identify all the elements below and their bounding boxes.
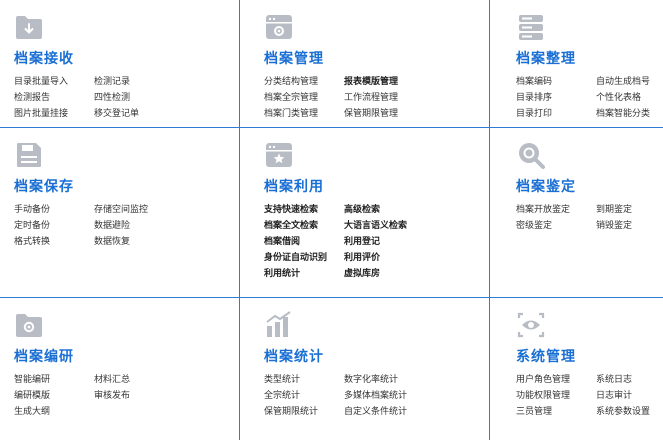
feature-link[interactable]: 数据恢复 bbox=[94, 233, 239, 249]
module-items: 档案编码 自动生成档号 目录排序 个性化表格 目录打印 档案智能分类 bbox=[516, 73, 663, 121]
module-card-statistics[interactable]: 档案统计 类型统计 数字化率统计 全宗统计 多媒体档案统计 保管期限统计 自定义… bbox=[240, 298, 490, 440]
feature-link[interactable]: 智能编研 bbox=[14, 371, 94, 387]
module-title: 档案统计 bbox=[264, 348, 324, 364]
feature-link[interactable]: 档案全文检索 bbox=[264, 217, 344, 233]
feature-link[interactable]: 虚拟库房 bbox=[344, 265, 489, 281]
feature-link[interactable]: 报表模版管理 bbox=[344, 73, 489, 89]
module-card-compile[interactable]: 档案编研 智能编研 材料汇总 编研模版 审核发布 生成大纲 bbox=[0, 298, 240, 440]
feature-link[interactable]: 目录打印 bbox=[516, 105, 596, 121]
feature-link[interactable]: 检测记录 bbox=[94, 73, 239, 89]
module-items: 目录批量导入 检测记录 检测报告 四性检测 图片批量挂接 移交登记单 bbox=[14, 73, 239, 121]
feature-link[interactable]: 三员管理 bbox=[516, 403, 596, 419]
feature-link[interactable]: 用户角色管理 bbox=[516, 371, 596, 387]
feature-link[interactable]: 密级鉴定 bbox=[516, 217, 596, 233]
feature-link[interactable]: 个性化表格 bbox=[596, 89, 663, 105]
module-card-receive[interactable]: 档案接收 目录批量导入 检测记录 检测报告 四性检测 图片批量挂接 移交登记单 bbox=[0, 0, 240, 128]
module-title: 系统管理 bbox=[516, 348, 576, 364]
feature-link[interactable]: 档案编码 bbox=[516, 73, 596, 89]
module-card-system[interactable]: 系统管理 用户角色管理 系统日志 功能权限管理 日志审计 三员管理 系统参数设置 bbox=[490, 298, 663, 440]
feature-link[interactable]: 目录排序 bbox=[516, 89, 596, 105]
feature-link[interactable]: 大语言语义检索 bbox=[344, 217, 489, 233]
search-magnifier-icon bbox=[519, 143, 545, 169]
feature-link[interactable]: 档案开放鉴定 bbox=[516, 201, 596, 217]
feature-link[interactable]: 保管期限统计 bbox=[264, 403, 344, 419]
floppy-disk-icon bbox=[17, 143, 41, 167]
feature-link[interactable]: 自动生成档号 bbox=[596, 73, 663, 89]
folder-gear-icon bbox=[16, 314, 42, 337]
feature-link[interactable]: 系统日志 bbox=[596, 371, 663, 387]
feature-link[interactable]: 分类结构管理 bbox=[264, 73, 344, 89]
module-items: 手动备份 存储空间监控 定时备份 数据避险 格式转换 数据恢复 bbox=[14, 201, 239, 249]
feature-link[interactable]: 档案全宗管理 bbox=[264, 89, 344, 105]
feature-link[interactable]: 全宗统计 bbox=[264, 387, 344, 403]
module-title: 档案接收 bbox=[14, 50, 74, 66]
feature-link[interactable]: 检测报告 bbox=[14, 89, 94, 105]
feature-link[interactable]: 数字化率统计 bbox=[344, 371, 489, 387]
feature-link[interactable]: 档案智能分类 bbox=[596, 105, 663, 121]
module-items: 支持快速检索 高级检索 档案全文检索 大语言语义检索 档案借阅 利用登记 身份证… bbox=[264, 201, 489, 281]
feature-link[interactable]: 四性检测 bbox=[94, 89, 239, 105]
feature-link[interactable]: 目录批量导入 bbox=[14, 73, 94, 89]
module-grid: 档案接收 目录批量导入 检测记录 检测报告 四性检测 图片批量挂接 移交登记单 … bbox=[0, 0, 663, 440]
module-title: 档案编研 bbox=[14, 348, 74, 364]
feature-link[interactable]: 生成大纲 bbox=[14, 403, 94, 419]
module-card-preserve[interactable]: 档案保存 手动备份 存储空间监控 定时备份 数据避险 格式转换 数据恢复 bbox=[0, 128, 240, 298]
feature-link[interactable]: 工作流程管理 bbox=[344, 89, 489, 105]
feature-link[interactable]: 日志审计 bbox=[596, 387, 663, 403]
feature-link[interactable]: 档案门类管理 bbox=[264, 105, 344, 121]
module-title: 档案管理 bbox=[264, 50, 324, 66]
module-title: 档案整理 bbox=[516, 50, 576, 66]
module-items: 智能编研 材料汇总 编研模版 审核发布 生成大纲 bbox=[14, 371, 239, 419]
module-title: 档案利用 bbox=[264, 178, 324, 194]
window-star-icon bbox=[266, 143, 292, 167]
feature-link[interactable]: 利用统计 bbox=[264, 265, 344, 281]
module-items: 档案开放鉴定 到期鉴定 密级鉴定 销毁鉴定 bbox=[516, 201, 663, 233]
feature-link[interactable]: 到期鉴定 bbox=[596, 201, 663, 217]
feature-link[interactable]: 图片批量挂接 bbox=[14, 105, 94, 121]
feature-link[interactable]: 系统参数设置 bbox=[596, 403, 663, 419]
feature-link[interactable]: 销毁鉴定 bbox=[596, 217, 663, 233]
module-card-manage[interactable]: 档案管理 分类结构管理 报表模版管理 档案全宗管理 工作流程管理 档案门类管理 … bbox=[240, 0, 490, 128]
folder-download-icon bbox=[16, 16, 42, 39]
feature-link[interactable]: 功能权限管理 bbox=[516, 387, 596, 403]
feature-link[interactable]: 存储空间监控 bbox=[94, 201, 239, 217]
module-items: 用户角色管理 系统日志 功能权限管理 日志审计 三员管理 系统参数设置 bbox=[516, 371, 663, 419]
feature-link[interactable]: 多媒体档案统计 bbox=[344, 387, 489, 403]
feature-link[interactable]: 利用评价 bbox=[344, 249, 489, 265]
feature-link[interactable]: 移交登记单 bbox=[94, 105, 239, 121]
module-items: 分类结构管理 报表模版管理 档案全宗管理 工作流程管理 档案门类管理 保管期限管… bbox=[264, 73, 489, 121]
feature-link[interactable]: 定时备份 bbox=[14, 217, 94, 233]
feature-link[interactable]: 档案借阅 bbox=[264, 233, 344, 249]
module-card-organize[interactable]: 档案整理 档案编码 自动生成档号 目录排序 个性化表格 目录打印 档案智能分类 bbox=[490, 0, 663, 128]
module-card-appraise[interactable]: 档案鉴定 档案开放鉴定 到期鉴定 密级鉴定 销毁鉴定 bbox=[490, 128, 663, 298]
module-items: 类型统计 数字化率统计 全宗统计 多媒体档案统计 保管期限统计 自定义条件统计 bbox=[264, 371, 489, 419]
feature-link[interactable]: 类型统计 bbox=[264, 371, 344, 387]
module-card-utilize[interactable]: 档案利用 支持快速检索 高级检索 档案全文检索 大语言语义检索 档案借阅 利用登… bbox=[240, 128, 490, 298]
feature-link[interactable]: 编研模版 bbox=[14, 387, 94, 403]
feature-link[interactable]: 利用登记 bbox=[344, 233, 489, 249]
eye-frame-icon bbox=[517, 312, 545, 338]
module-title: 档案鉴定 bbox=[516, 178, 576, 194]
feature-link[interactable]: 格式转换 bbox=[14, 233, 94, 249]
feature-link[interactable]: 手动备份 bbox=[14, 201, 94, 217]
feature-link[interactable]: 审核发布 bbox=[94, 387, 239, 403]
module-title: 档案保存 bbox=[14, 178, 74, 194]
feature-link[interactable]: 保管期限管理 bbox=[344, 105, 489, 121]
feature-link[interactable]: 自定义条件统计 bbox=[344, 403, 489, 419]
window-settings-icon bbox=[266, 15, 292, 39]
feature-link[interactable]: 数据避险 bbox=[94, 217, 239, 233]
feature-link[interactable]: 材料汇总 bbox=[94, 371, 239, 387]
feature-link[interactable]: 高级检索 bbox=[344, 201, 489, 217]
feature-link[interactable]: 身份证自动识别 bbox=[264, 249, 344, 265]
server-stack-icon bbox=[519, 15, 543, 40]
feature-link[interactable]: 支持快速检索 bbox=[264, 201, 344, 217]
bar-chart-icon bbox=[266, 311, 291, 337]
